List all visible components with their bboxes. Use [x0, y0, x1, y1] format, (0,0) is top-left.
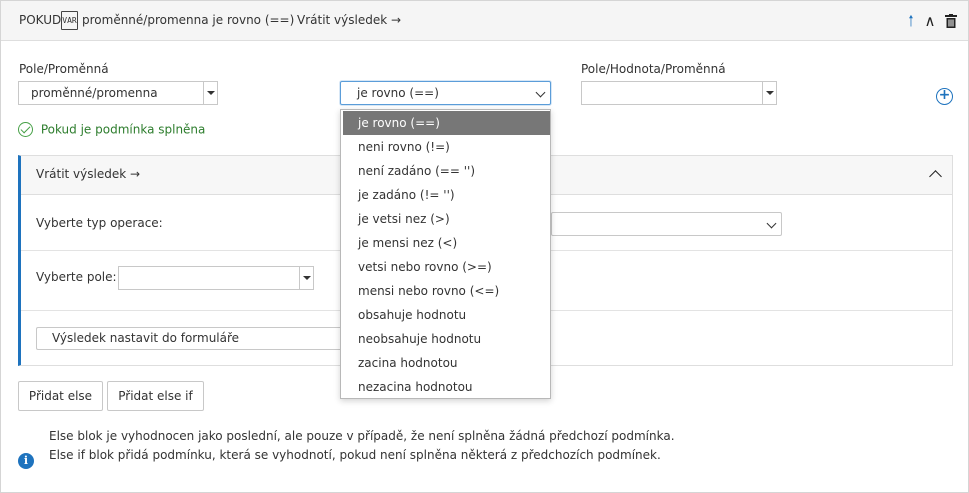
field-select[interactable]: proměnné/promenna [18, 81, 218, 105]
check-circle-icon [18, 122, 33, 137]
condition-block: POKUD VAR proměnné/promenna je rovno (==… [0, 0, 969, 493]
value-select[interactable] [581, 81, 777, 105]
result-field-select[interactable] [118, 266, 314, 290]
set-result-to-form-button[interactable]: Výsledek nastavit do formuláře [36, 327, 346, 350]
trash-icon[interactable] [943, 11, 959, 33]
chevron-up-icon[interactable]: ∧ [922, 11, 938, 31]
operator-select-value: je rovno (==) [357, 86, 439, 100]
caret-down-icon[interactable] [299, 267, 313, 289]
chevron-up-icon[interactable] [929, 170, 942, 183]
operator-option[interactable]: zacina hodnotou [343, 351, 550, 375]
arrow-up-icon[interactable]: 🠑 [903, 11, 919, 31]
condition-status: Pokud je podmínka splněna [18, 122, 205, 137]
header-condition-summary: proměnné/promenna je rovno (==) [82, 13, 295, 27]
chevron-down-icon [535, 87, 546, 98]
add-else-button[interactable]: Přidat else [18, 381, 103, 411]
plus-circle-icon[interactable]: + [936, 88, 953, 105]
operator-option[interactable]: je rovno (==) [343, 111, 550, 135]
operator-option[interactable]: je zadáno (!= '') [343, 183, 550, 207]
operator-option[interactable]: je mensi nez (<) [343, 231, 550, 255]
condition-header: POKUD VAR proměnné/promenna je rovno (==… [1, 1, 968, 41]
panel-title: Vrátit výsledek → [36, 167, 141, 181]
status-text: Pokud je podmínka splněna [40, 122, 206, 137]
operator-option[interactable]: neni rovno (!=) [343, 135, 550, 159]
operator-option[interactable]: obsahuje hodnotu [343, 303, 550, 327]
operator-dropdown-list: je rovno (==) neni rovno (!=) není zadáno … [340, 109, 551, 399]
variable-icon: VAR [61, 11, 78, 30]
caret-down-icon[interactable] [203, 82, 217, 104]
operator-option[interactable]: je vetsi nez (>) [343, 207, 550, 231]
field-select-value: proměnné/promenna [31, 86, 158, 100]
operator-select[interactable]: je rovno (==) [340, 81, 551, 105]
value-label: Pole/Hodnota/Proměnná [581, 62, 726, 76]
operation-type-label: Vyberte typ operace: [36, 216, 163, 230]
operator-option[interactable]: mensi nebo rovno (<=) [343, 279, 550, 303]
add-else-if-button[interactable]: Přidat else if [107, 381, 204, 411]
info-text-else: Else blok je vyhodnocen jako poslední, a… [49, 429, 675, 443]
header-action-summary: Vrátit výsledek → [297, 13, 402, 27]
operator-option[interactable]: nezacina hodnotou [343, 375, 550, 399]
operator-option[interactable]: není zadáno (== '') [343, 159, 550, 183]
caret-down-icon[interactable] [762, 82, 776, 104]
header-prefix: POKUD [19, 13, 62, 27]
field-label: Pole/Proměnná [19, 62, 109, 76]
operation-type-select[interactable] [551, 212, 782, 236]
info-text-else-if: Else if blok přidá podmínku, která se vy… [49, 448, 661, 462]
field-select-label: Vyberte pole: [36, 270, 117, 284]
operator-option[interactable]: neobsahuje hodnotu [343, 327, 550, 351]
info-icon: i [18, 453, 34, 469]
chevron-down-icon [766, 218, 777, 229]
operator-option[interactable]: vetsi nebo rovno (>=) [343, 255, 550, 279]
